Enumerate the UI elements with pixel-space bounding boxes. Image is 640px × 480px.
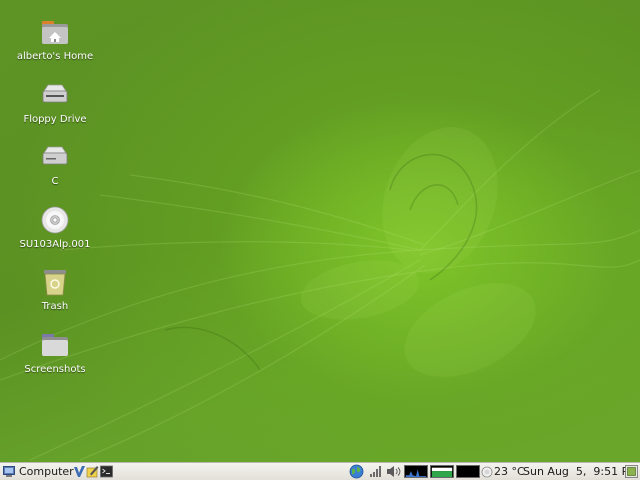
clock-applet[interactable]: Sun Aug 5, 9:51 PM <box>523 463 638 480</box>
file-manager-icon <box>74 466 85 477</box>
launcher-file-manager[interactable] <box>73 463 86 480</box>
folder-icon <box>42 334 68 356</box>
computer-menu-button[interactable]: Computer <box>3 463 74 480</box>
weather-applet[interactable]: 23 °C <box>481 463 525 480</box>
desktop-icon-label: Screenshots <box>24 364 86 375</box>
volume-control[interactable] <box>386 463 401 480</box>
network-globe-icon <box>349 464 364 479</box>
desktop-icon-trash[interactable]: Trash <box>9 266 101 313</box>
desktop[interactable]: alberto's Home Floppy Drive C SU103Alp.0… <box>0 0 640 462</box>
network-monitor[interactable] <box>456 463 480 480</box>
cpu-graph <box>404 465 428 478</box>
computer-menu-label: Computer <box>19 465 74 478</box>
text-editor-icon <box>86 466 99 478</box>
desktop-icon-home[interactable]: alberto's Home <box>9 16 101 63</box>
show-desktop-button[interactable] <box>625 463 638 480</box>
desktop-icon-screenshots[interactable]: Screenshots <box>9 329 101 376</box>
weather-temperature: 23 °C <box>494 465 525 478</box>
network-globe[interactable] <box>349 463 364 480</box>
network-graph <box>456 465 480 478</box>
terminal-icon <box>100 465 113 478</box>
desktop-icon-label: alberto's Home <box>16 51 94 62</box>
desktop-icon-label: SU103Alp.001 <box>19 239 91 250</box>
cpu-monitor[interactable] <box>404 463 428 480</box>
floppy-drive-icon <box>42 84 68 103</box>
desktop-icon-label: Trash <box>41 301 69 312</box>
desktop-icon-label: Floppy Drive <box>23 114 87 125</box>
bottom-panel: Computer 23 °C Sun Aug 5, 9:51 PM <box>0 462 640 480</box>
computer-icon <box>3 466 15 477</box>
hard-drive-icon <box>42 146 68 165</box>
weather-icon <box>481 466 493 477</box>
memory-monitor[interactable] <box>430 463 454 480</box>
home-folder-icon <box>42 21 68 44</box>
desktop-icon-label: C <box>51 176 59 187</box>
show-desktop-icon <box>625 465 638 478</box>
clock-text: Sun Aug 5, 9:51 PM <box>523 465 638 478</box>
volume-icon <box>387 466 401 477</box>
desktop-icon-c-drive[interactable]: C <box>9 141 101 188</box>
launcher-terminal[interactable] <box>100 463 113 480</box>
signal-strength[interactable] <box>369 463 382 480</box>
desktop-icon-cd[interactable]: SU103Alp.001 <box>9 204 101 251</box>
launcher-text-editor[interactable] <box>86 463 99 480</box>
memory-graph <box>430 465 454 478</box>
trash-icon <box>44 270 66 296</box>
signal-strength-icon <box>370 466 381 477</box>
desktop-icon-floppy[interactable]: Floppy Drive <box>9 79 101 126</box>
cd-disc-icon <box>41 206 69 234</box>
